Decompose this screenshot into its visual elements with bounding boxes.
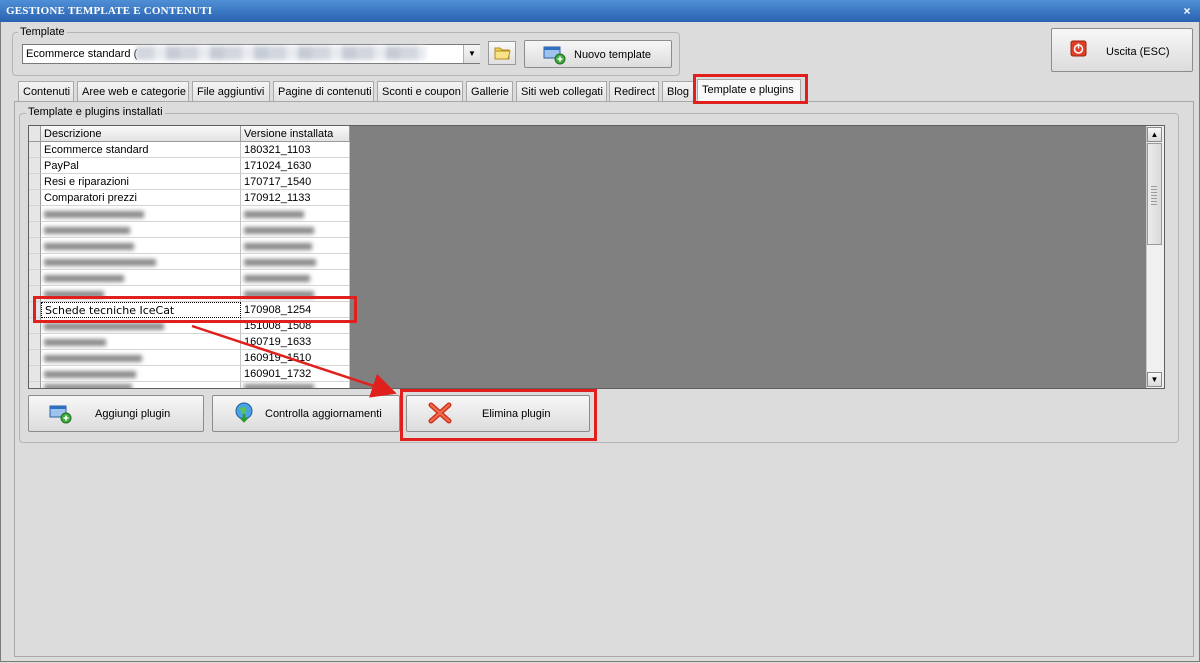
annotation-arrow	[191, 324, 397, 398]
